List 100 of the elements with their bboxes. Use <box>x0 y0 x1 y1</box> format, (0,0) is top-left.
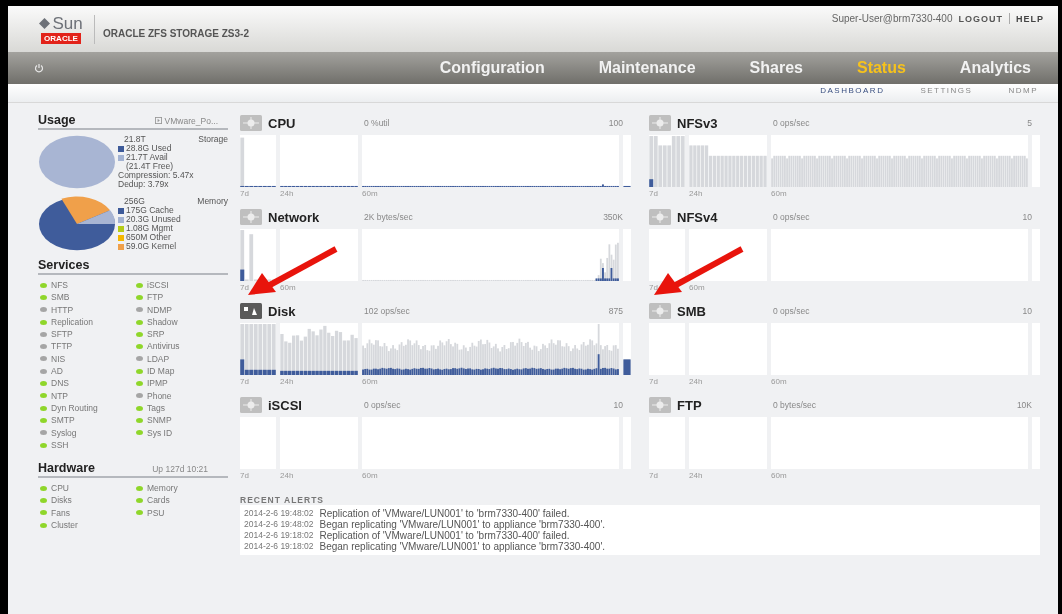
alert-time: 2014-2-6 19:48:02 <box>244 519 314 530</box>
chart-max: 10K <box>1016 400 1032 410</box>
service-link[interactable]: SSH <box>40 438 136 452</box>
nav-tab[interactable]: Configuration <box>412 59 572 77</box>
chart-title: Disk <box>268 303 297 319</box>
nav-tab[interactable]: Shares <box>722 59 830 77</box>
disk-activity-icon[interactable] <box>240 303 262 319</box>
nav-tab[interactable]: Analytics <box>932 59 1058 77</box>
graph-pane <box>240 229 276 281</box>
service-link[interactable]: SMTP <box>40 414 136 427</box>
alert-time: 2014-2-6 19:48:02 <box>244 508 314 519</box>
graph-pane <box>649 135 685 187</box>
chart-title: SMB <box>677 303 707 319</box>
axis-label: 60m <box>771 377 788 386</box>
idle-status-icon[interactable] <box>649 397 671 413</box>
user-name: Super-User@brm7330-400 <box>831 13 953 24</box>
service-link[interactable]: ID Map <box>136 365 228 378</box>
service-link[interactable]: Tags <box>136 401 228 415</box>
hardware-link[interactable]: CPU <box>40 482 136 495</box>
service-link[interactable]: Phone <box>136 389 228 402</box>
logout-link[interactable]: LOGOUT <box>958 13 1003 24</box>
axis-label: 60m <box>362 471 379 480</box>
axis-label: 24h <box>280 471 295 480</box>
service-link[interactable]: Dyn Routing <box>40 401 136 415</box>
service-link[interactable]: Replication <box>40 315 136 329</box>
service-link[interactable]: HTTP <box>40 303 136 316</box>
service-link[interactable]: IPMP <box>136 377 228 390</box>
storage-note: Dedup: 3.79x <box>118 180 169 189</box>
graph-pane <box>240 135 276 187</box>
alerts-heading: RECENT ALERTS <box>240 495 325 505</box>
service-link[interactable]: SMB <box>40 291 136 304</box>
axis-label: 24h <box>280 377 295 386</box>
alert-time: 2014-2-6 19:18:02 <box>244 530 314 541</box>
idle-status-icon[interactable] <box>649 115 671 131</box>
legend-label: 175G Cache <box>126 206 174 215</box>
storage-label: Storage <box>198 135 228 144</box>
axis-label: 7d <box>649 189 659 198</box>
alert-message: Began replicating 'VMware/LUN001' to appliance 'brm7330-400'. <box>319 519 606 530</box>
axis-label: 7d <box>240 283 250 292</box>
chart-reading: 0 ops/sec <box>773 212 811 222</box>
legend-label: 650M Other <box>126 233 171 242</box>
chart-reading: 0 ops/sec <box>773 306 811 316</box>
uptime-text: Up 127d 10:21 <box>152 464 208 475</box>
axis-label: 60m <box>362 189 379 198</box>
subnav-tab[interactable]: NDMP <box>1008 86 1038 102</box>
memory-label: Memory <box>197 197 228 206</box>
axis-label: 60m <box>771 471 788 480</box>
service-link[interactable]: DNS <box>40 377 136 390</box>
hardware-link[interactable]: PSU <box>136 506 228 520</box>
service-link[interactable]: NIS <box>40 352 136 366</box>
hardware-link[interactable]: Memory <box>136 482 228 495</box>
service-link[interactable]: NDMP <box>136 303 228 316</box>
service-link[interactable]: SFTP <box>40 328 136 341</box>
legend-label: 20.3G Unused <box>126 215 181 224</box>
pool-selector[interactable]: VMware_Po... <box>154 115 218 126</box>
idle-status-icon[interactable] <box>649 303 671 319</box>
chart-title: FTP <box>677 397 703 413</box>
legend-label: 28.8G Used <box>126 144 172 153</box>
chart-title: NFSv3 <box>677 115 719 131</box>
service-link[interactable]: Shadow <box>136 315 228 329</box>
service-link[interactable]: NFS <box>40 279 136 292</box>
storage-note: Compression: 5.47x <box>118 171 195 180</box>
nav-tab[interactable]: Maintenance <box>571 59 723 77</box>
service-link[interactable]: TFTP <box>40 340 136 353</box>
idle-status-icon[interactable] <box>240 397 262 413</box>
service-link[interactable]: NTP <box>40 389 136 402</box>
service-link[interactable]: Syslog <box>40 426 136 439</box>
help-link[interactable]: HELP <box>1016 13 1044 24</box>
hardware-link[interactable]: Disks <box>40 494 136 507</box>
service-link[interactable]: SRP <box>136 328 228 341</box>
axis-label: 7d <box>649 471 659 480</box>
axis-label: 60m <box>771 189 788 198</box>
idle-status-icon[interactable] <box>240 209 262 225</box>
chart-reading: 0 bytes/sec <box>773 400 817 410</box>
product-name: ORACLE ZFS STORAGE ZS3-2 <box>103 27 249 39</box>
service-link[interactable]: SNMP <box>136 414 228 427</box>
sun-logo: Sun <box>39 14 83 32</box>
service-link[interactable]: Sys ID <box>136 426 228 439</box>
idle-status-icon[interactable] <box>240 115 262 131</box>
service-link[interactable]: iSCSI <box>136 279 228 292</box>
service-link[interactable]: AD <box>40 365 136 378</box>
service-link[interactable]: FTP <box>136 291 228 304</box>
graph-pane <box>240 323 276 375</box>
subnav-tab[interactable]: SETTINGS <box>920 86 973 102</box>
oracle-logo: ORACLE <box>41 32 81 44</box>
chart-max: 5 <box>1027 118 1032 128</box>
hardware-link[interactable]: Fans <box>40 506 136 520</box>
usage-heading: Usage <box>38 113 76 127</box>
hardware-link[interactable]: Cards <box>136 494 228 507</box>
axis-label: 24h <box>689 471 704 480</box>
power-icon[interactable] <box>34 63 44 73</box>
chart-title: NFSv4 <box>677 209 719 225</box>
subnav-tab[interactable]: DASHBOARD <box>820 86 885 102</box>
idle-status-icon[interactable] <box>649 209 671 225</box>
hardware-link[interactable]: Cluster <box>40 519 136 532</box>
service-link[interactable]: Antivirus <box>136 340 228 353</box>
axis-label: 60m <box>280 283 297 292</box>
service-link[interactable]: LDAP <box>136 352 228 366</box>
axis-label: 7d <box>240 189 250 198</box>
chart-max: 10 <box>1022 306 1032 316</box>
